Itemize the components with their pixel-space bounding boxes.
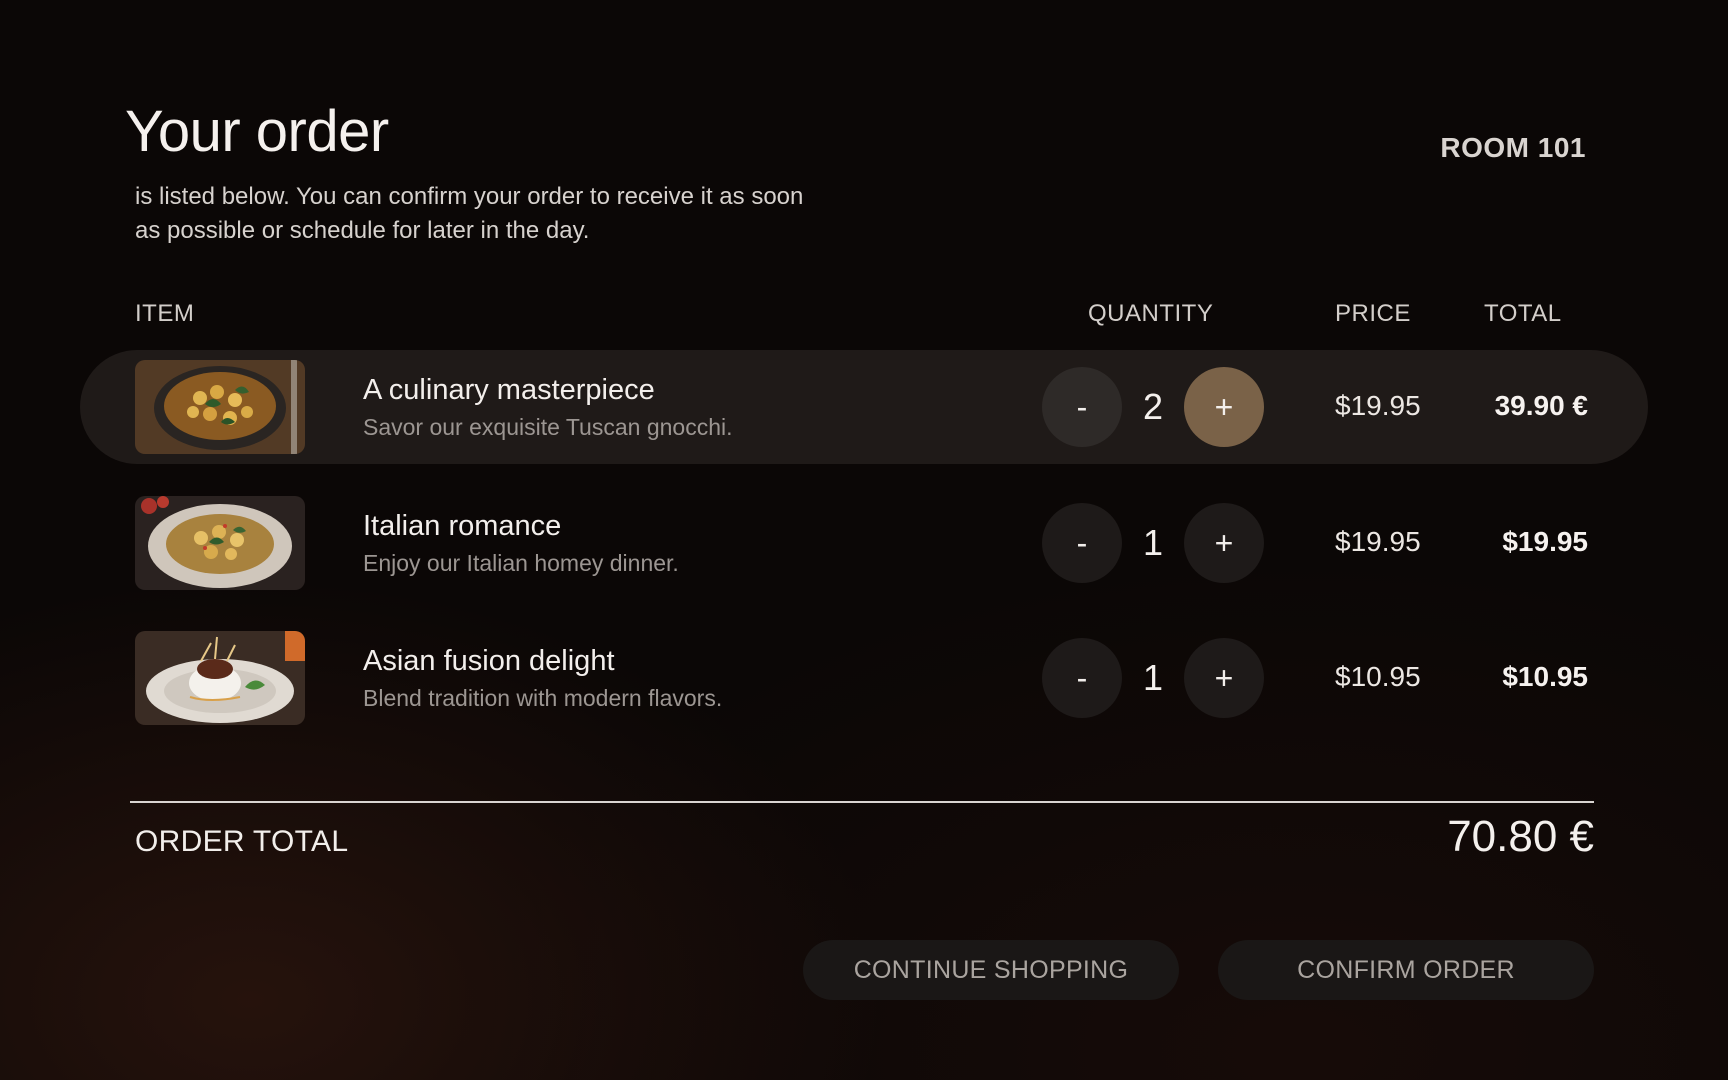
quantity-value: 1: [1142, 522, 1164, 563]
column-header-total: TOTAL: [1484, 300, 1562, 327]
quantity-value: 1: [1142, 657, 1164, 698]
item-price: $19.95: [1335, 390, 1421, 421]
item-price: $19.95: [1335, 526, 1421, 557]
decrease-quantity-button[interactable]: -: [1042, 367, 1122, 447]
item-description: Blend tradition with modern flavors.: [363, 685, 723, 711]
increase-quantity-button[interactable]: +: [1184, 367, 1264, 447]
dish-image-asian-fusion: [135, 631, 305, 725]
item-description: Enjoy our Italian homey dinner.: [363, 550, 679, 576]
decrease-quantity-button[interactable]: -: [1042, 503, 1122, 583]
column-header-price: PRICE: [1335, 300, 1411, 327]
item-total: 39.90 €: [1494, 390, 1588, 421]
continue-shopping-button[interactable]: CONTINUE SHOPPING: [803, 940, 1179, 1000]
column-header-quantity: QUANTITY: [1088, 300, 1214, 327]
summary-divider: [130, 801, 1594, 803]
column-header-item: ITEM: [135, 300, 195, 327]
page-title: Your order: [125, 99, 389, 164]
order-row[interactable]: A culinary masterpiece Savor our exquisi…: [80, 350, 1648, 464]
order-row[interactable]: Italian romance Enjoy our Italian homey …: [80, 486, 1648, 600]
decrease-quantity-button[interactable]: -: [1042, 638, 1122, 718]
item-name: Asian fusion delight: [363, 645, 615, 677]
order-total-value: 70.80 €: [1447, 812, 1594, 861]
item-name: A culinary masterpiece: [363, 374, 655, 406]
room-label: ROOM 101: [1440, 132, 1586, 163]
item-total: $19.95: [1502, 526, 1588, 557]
increase-quantity-button[interactable]: +: [1184, 503, 1264, 583]
quantity-value: 2: [1142, 386, 1164, 427]
dish-image-gnocchi: [135, 360, 305, 454]
item-total: $10.95: [1502, 661, 1588, 692]
order-total-label: ORDER TOTAL: [135, 825, 349, 858]
dish-image-italian: [135, 496, 305, 590]
item-price: $10.95: [1335, 661, 1421, 692]
increase-quantity-button[interactable]: +: [1184, 638, 1264, 718]
page-subtitle: is listed below. You can confirm your or…: [135, 183, 804, 244]
item-description: Savor our exquisite Tuscan gnocchi.: [363, 414, 733, 440]
confirm-order-button[interactable]: CONFIRM ORDER: [1218, 940, 1594, 1000]
order-row[interactable]: Asian fusion delight Blend tradition wit…: [80, 621, 1648, 735]
item-name: Italian romance: [363, 510, 562, 542]
